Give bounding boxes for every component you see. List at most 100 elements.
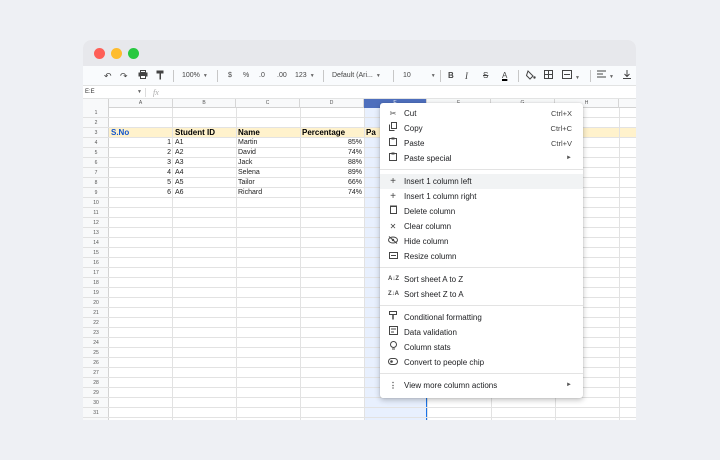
menu-item-data-validation[interactable]: Data validation	[380, 325, 583, 340]
undo-icon[interactable]: ↶	[104, 70, 112, 82]
borders-icon[interactable]	[544, 70, 553, 82]
menu-item-insert-column-left[interactable]: + Insert 1 column left	[380, 174, 583, 189]
name-box[interactable]: E:E ▼	[85, 88, 142, 97]
cell-name[interactable]: Martin	[238, 138, 298, 148]
menu-item-convert-to-people-chip[interactable]: Convert to people chip	[380, 355, 583, 370]
row-header[interactable]: 2	[83, 118, 109, 128]
cell-name[interactable]: Richard	[238, 188, 298, 198]
font-family-select[interactable]: Default (Ari... ▼	[332, 70, 381, 82]
row-header[interactable]: 3	[83, 128, 109, 138]
increase-decimal-button[interactable]: .00	[277, 70, 287, 82]
font-size-select[interactable]: 10 ▼	[403, 70, 436, 82]
decrease-decimal-button[interactable]: .0	[259, 70, 265, 82]
row-header[interactable]: 8	[83, 178, 109, 188]
row-header[interactable]: 21	[83, 308, 109, 318]
cell-name[interactable]: David	[238, 148, 298, 158]
menu-item-column-stats[interactable]: Column stats	[380, 340, 583, 355]
cell-percentage[interactable]: 88%	[302, 158, 362, 168]
row-header[interactable]: 27	[83, 368, 109, 378]
row-header[interactable]: 20	[83, 298, 109, 308]
merge-cells-icon[interactable]: ▼	[562, 70, 580, 82]
cell-sno[interactable]: 5	[111, 178, 171, 188]
menu-item-hide-column[interactable]: Hide column	[380, 234, 583, 249]
cell-percentage[interactable]: 66%	[302, 178, 362, 188]
header-cell-percentage[interactable]: Percentage	[302, 128, 362, 138]
cell-sno[interactable]: 4	[111, 168, 171, 178]
row-header[interactable]: 4	[83, 138, 109, 148]
row-header[interactable]: 22	[83, 318, 109, 328]
cell-sno[interactable]: 2	[111, 148, 171, 158]
row-header[interactable]: 7	[83, 168, 109, 178]
row-header[interactable]: 24	[83, 338, 109, 348]
row-header[interactable]: 6	[83, 158, 109, 168]
cell-student-id[interactable]: A5	[175, 178, 235, 188]
vertical-align-icon[interactable]	[623, 70, 631, 82]
currency-format-button[interactable]: $	[228, 70, 232, 82]
row-header[interactable]: 29	[83, 388, 109, 398]
row-header[interactable]: 26	[83, 358, 109, 368]
row-header[interactable]: 28	[83, 378, 109, 388]
bold-button[interactable]: B	[448, 70, 454, 82]
header-cell-partial[interactable]: Pa	[366, 128, 380, 138]
menu-item-view-more-column-actions[interactable]: ⋮ View more column actions ►	[380, 378, 583, 393]
row-header[interactable]: 32	[83, 418, 109, 420]
redo-icon[interactable]: ↷	[120, 70, 128, 82]
column-header-c[interactable]: C	[236, 99, 300, 108]
menu-item-copy[interactable]: Copy Ctrl+C	[380, 121, 583, 136]
row-header[interactable]: 12	[83, 218, 109, 228]
cell-percentage[interactable]: 74%	[302, 148, 362, 158]
menu-item-insert-column-right[interactable]: + Insert 1 column right	[380, 189, 583, 204]
zoom-select[interactable]: 100% ▼	[182, 70, 208, 82]
cell-name[interactable]: Jack	[238, 158, 298, 168]
menu-item-paste-special[interactable]: Paste special ►	[380, 151, 583, 166]
cell-name[interactable]: Tailor	[238, 178, 298, 188]
cell-percentage[interactable]: 74%	[302, 188, 362, 198]
percent-format-button[interactable]: %	[243, 70, 249, 82]
maximize-window-button[interactable]	[128, 48, 139, 59]
menu-item-clear-column[interactable]: ✕ Clear column	[380, 219, 583, 234]
menu-item-cut[interactable]: ✂ Cut Ctrl+X	[380, 106, 583, 121]
cell-student-id[interactable]: A2	[175, 148, 235, 158]
menu-item-paste[interactable]: Paste Ctrl+V	[380, 136, 583, 151]
print-icon[interactable]	[138, 70, 148, 82]
cell-student-id[interactable]: A6	[175, 188, 235, 198]
column-header-b[interactable]: B	[173, 99, 236, 108]
strikethrough-button[interactable]: S	[483, 70, 488, 82]
cell-student-id[interactable]: A3	[175, 158, 235, 168]
paint-format-icon[interactable]	[156, 70, 164, 82]
row-header[interactable]: 14	[83, 238, 109, 248]
row-header[interactable]: 31	[83, 408, 109, 418]
cell-student-id[interactable]: A4	[175, 168, 235, 178]
cell-name[interactable]: Selena	[238, 168, 298, 178]
fill-color-icon[interactable]	[525, 70, 536, 82]
header-cell-sno[interactable]: S.No	[111, 128, 171, 138]
header-cell-student-id[interactable]: Student ID	[175, 128, 235, 138]
menu-item-resize-column[interactable]: Resize column	[380, 249, 583, 264]
italic-button[interactable]: I	[465, 70, 468, 82]
row-header[interactable]: 1	[83, 108, 109, 118]
cell-student-id[interactable]: A1	[175, 138, 235, 148]
row-header[interactable]: 10	[83, 198, 109, 208]
cell-percentage[interactable]: 89%	[302, 168, 362, 178]
align-left-icon[interactable]: ▼	[597, 70, 614, 82]
menu-item-delete-column[interactable]: Delete column	[380, 204, 583, 219]
text-color-button[interactable]: A	[502, 70, 507, 82]
menu-item-conditional-formatting[interactable]: Conditional formatting	[380, 310, 583, 325]
row-header[interactable]: 23	[83, 328, 109, 338]
minimize-window-button[interactable]	[111, 48, 122, 59]
cell-percentage[interactable]: 85%	[302, 138, 362, 148]
cell-sno[interactable]: 6	[111, 188, 171, 198]
row-header[interactable]: 16	[83, 258, 109, 268]
row-header[interactable]: 30	[83, 398, 109, 408]
select-all-corner[interactable]	[83, 99, 109, 108]
row-header[interactable]: 25	[83, 348, 109, 358]
row-header[interactable]: 11	[83, 208, 109, 218]
menu-item-sort-a-to-z[interactable]: A↓Z Sort sheet A to Z	[380, 272, 583, 287]
row-header[interactable]: 13	[83, 228, 109, 238]
row-header[interactable]: 17	[83, 268, 109, 278]
column-header-a[interactable]: A	[109, 99, 173, 108]
cell-sno[interactable]: 3	[111, 158, 171, 168]
row-header[interactable]: 9	[83, 188, 109, 198]
more-formats-select[interactable]: 123 ▼	[295, 70, 315, 82]
cell-sno[interactable]: 1	[111, 138, 171, 148]
